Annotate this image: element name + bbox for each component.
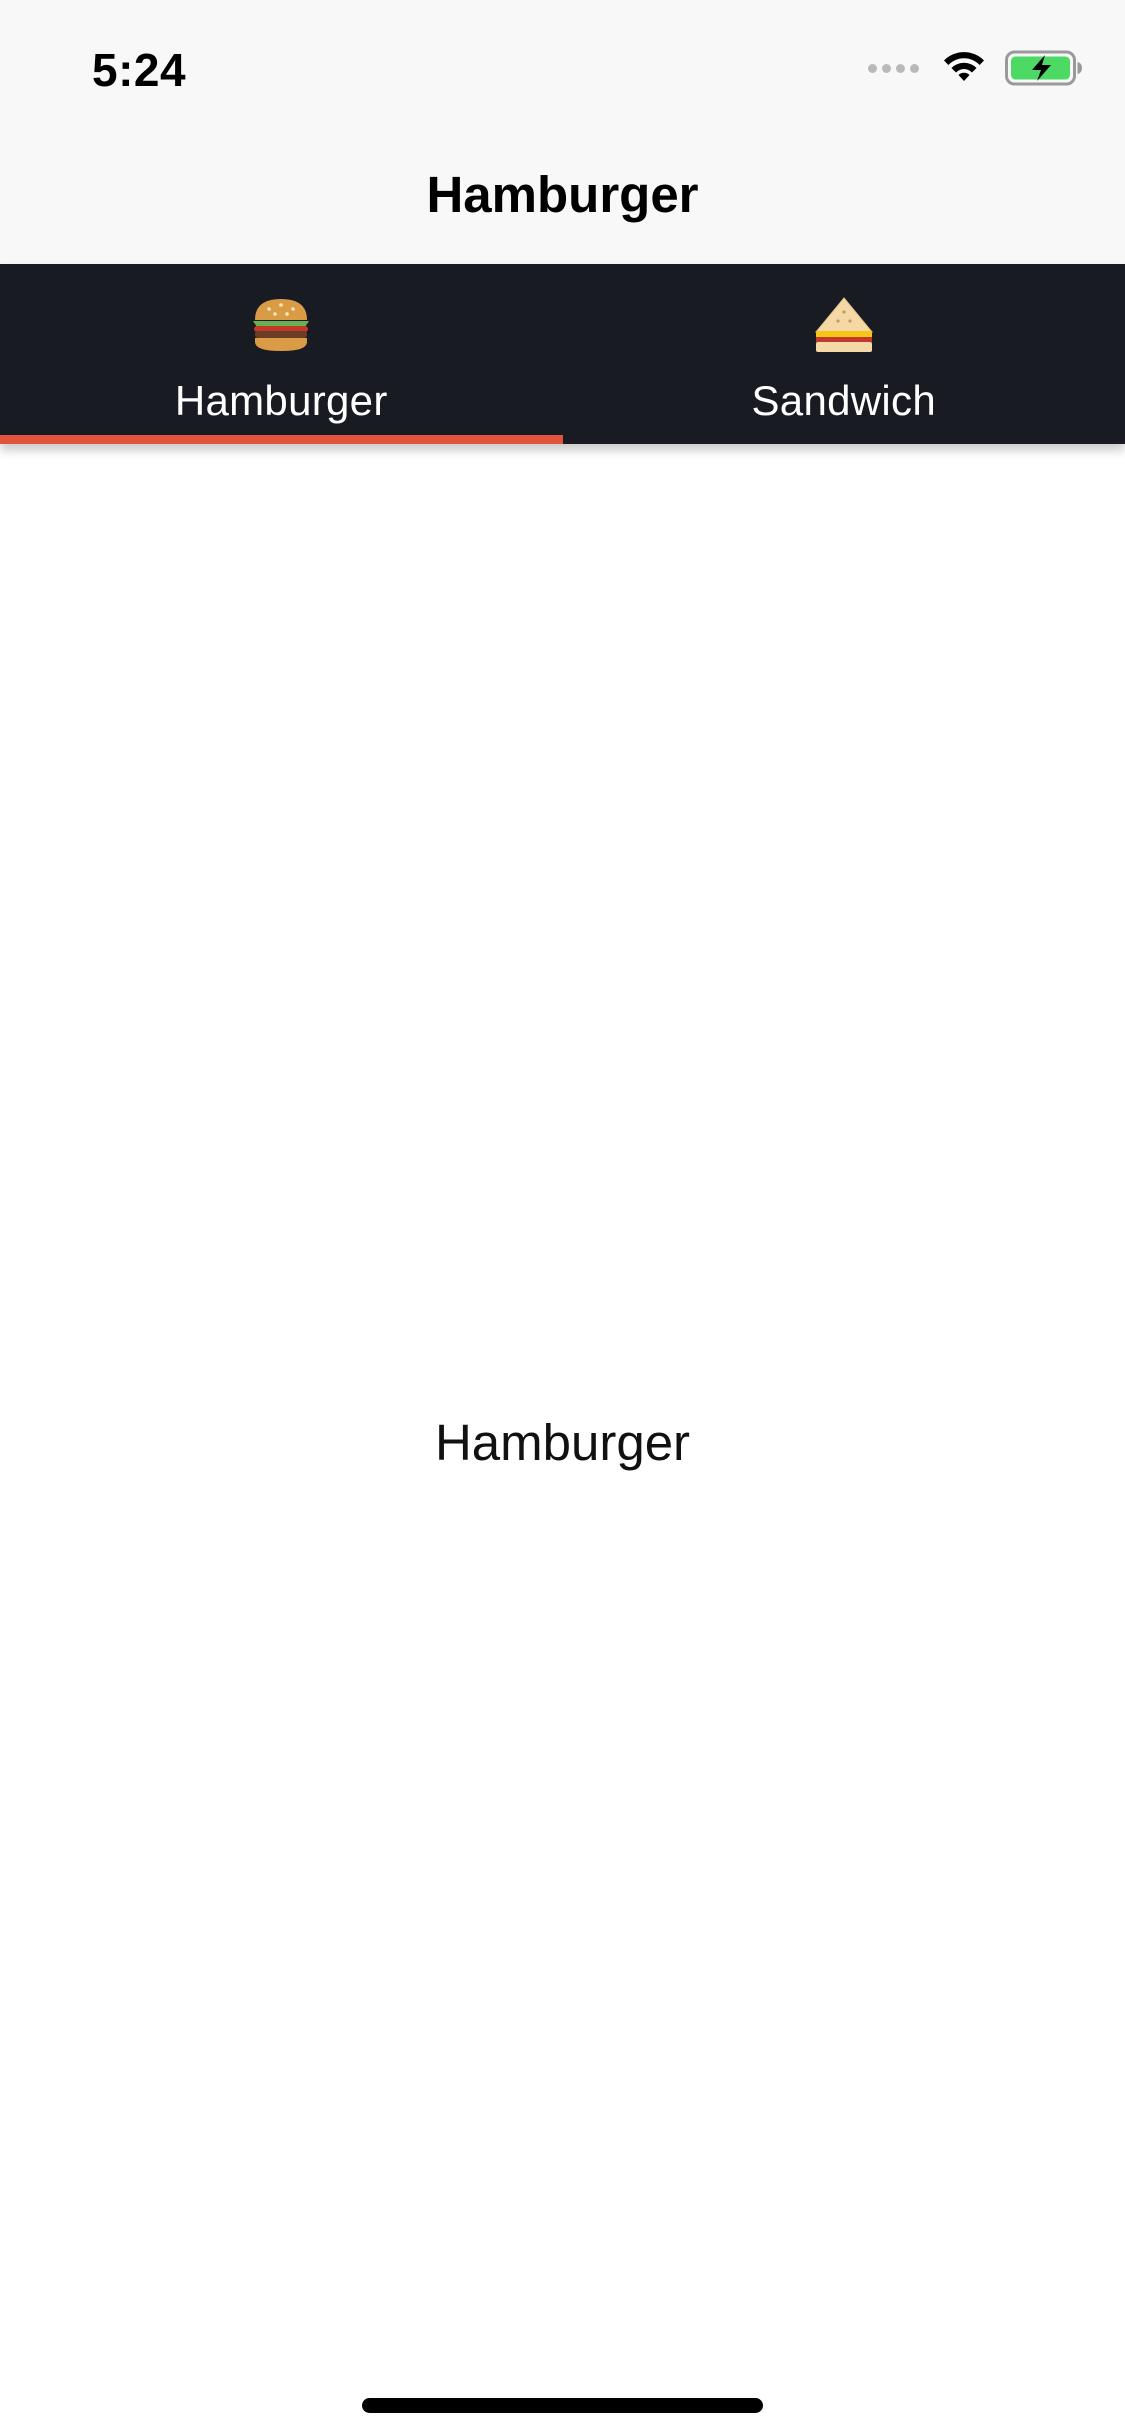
top-chrome: 5:24 Hamburger: [0, 0, 1125, 264]
tab-hamburger[interactable]: Hamburger: [0, 264, 563, 444]
home-indicator[interactable]: [362, 2398, 763, 2413]
content-text: Hamburger: [434, 1414, 691, 1471]
status-time: 5:24: [92, 44, 187, 96]
tab-bar: Hamburger Sandwich: [0, 264, 1125, 444]
status-icons: [868, 46, 1083, 90]
tab-label-sandwich: Sandwich: [751, 377, 936, 424]
tab-sandwich[interactable]: Sandwich: [563, 264, 1125, 444]
battery-charging-icon: [1005, 50, 1082, 86]
wifi-icon: [944, 52, 984, 81]
signal-dots-icon: [868, 63, 919, 73]
active-tab-indicator: [0, 435, 563, 444]
app-screen: 5:24 Hamburger Hamburger Sandwich Hambur…: [0, 0, 1125, 2436]
hamburger-icon: [253, 299, 310, 351]
page-title: Hamburger: [426, 166, 699, 223]
tab-label-hamburger: Hamburger: [174, 377, 388, 424]
sandwich-icon: [814, 297, 873, 352]
